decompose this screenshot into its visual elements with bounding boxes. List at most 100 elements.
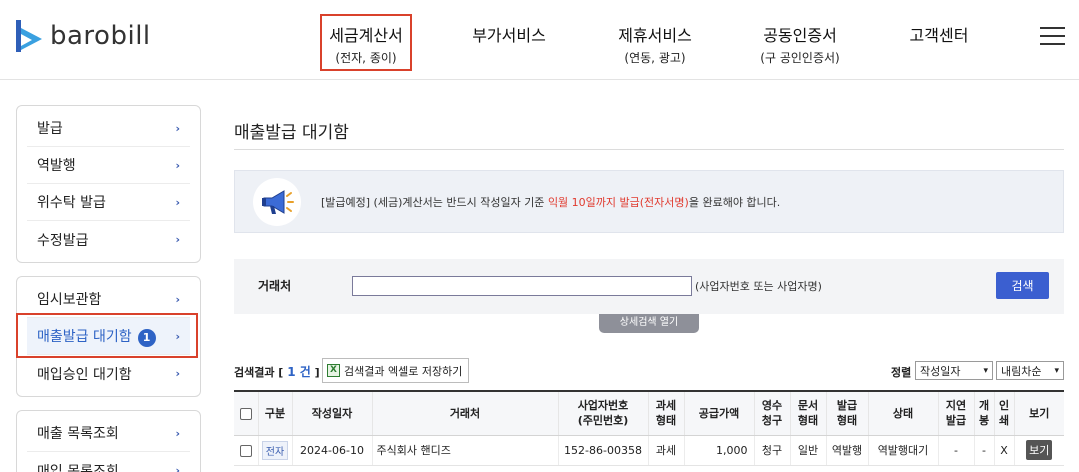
notice-text: [발급예정] (세금)계산서는 반드시 작성일자 기준 익월 10일까지 발급(… [321, 194, 780, 210]
chevron-right-icon: › [175, 292, 180, 306]
sidebar-item-purchase-list[interactable]: 매입 목록조회 › [27, 452, 190, 472]
chevron-right-icon: › [175, 367, 180, 380]
search-label: 거래처 [258, 279, 292, 293]
cell-partner: 주식회사 핸디즈 [372, 435, 559, 466]
nav-partner-services-sub: (연동, 광고) [624, 51, 686, 65]
nav-certificate-sub: (구 공인인증서) [760, 51, 840, 65]
cell-print: X [994, 435, 1015, 466]
search-panel: 거래처 (사업자번호 또는 사업자명) 검색 [234, 259, 1064, 314]
chevron-down-icon: ▾ [1054, 365, 1059, 376]
header-amount: 공급가액 [684, 392, 755, 436]
search-button[interactable]: 검색 [996, 272, 1049, 299]
nav-partner-services[interactable]: 제휴서비스 (연동, 광고) [612, 22, 698, 66]
sidebar-item-issue[interactable]: 발급 › [27, 110, 190, 147]
notice-text-after: 을 완료해야 합니다. [688, 196, 781, 209]
sort-field-select[interactable]: 작성일자 ▾ [915, 361, 993, 380]
cell-receipt: 청구 [754, 435, 791, 466]
header-view: 보기 [1014, 392, 1064, 436]
sidebar-item-consignment-issue[interactable]: 위수탁 발급 › [27, 184, 190, 221]
sidebar-item-label: 매입승인 대기함 [37, 366, 132, 383]
chevron-right-icon: › [175, 233, 180, 246]
chevron-right-icon: › [175, 195, 180, 209]
header-issue: 발급 형태 [826, 392, 869, 436]
results-count: 검색결과 [ 1 건 ] [234, 363, 320, 380]
sidebar-item-label: 발급 [37, 121, 63, 137]
results-toolbar: 검색결과 [ 1 건 ] X 검색결과 엑셀로 저장하기 정렬 작성일자 ▾ 내림… [234, 358, 1064, 384]
cell-type: 전자 [258, 435, 293, 466]
menu-icon[interactable] [1040, 27, 1065, 45]
header-status: 상태 [868, 392, 939, 436]
barobill-logo[interactable]: barobill [16, 20, 151, 52]
nav-highlight-box [320, 14, 412, 71]
row-checkbox[interactable] [239, 444, 252, 457]
header-open: 개 봉 [974, 392, 995, 436]
excel-export-label: 검색결과 엑셀로 저장하기 [344, 364, 463, 378]
row-checkbox-cell[interactable] [234, 435, 259, 466]
page-title: 매출발급 대기함 [234, 123, 349, 143]
sidebar-highlight-box [16, 313, 198, 358]
top-header: barobill 세금계산서 (전자, 종이) 부가서비스 제휴서비스 (연동,… [0, 0, 1079, 80]
notice-text-before: [발급예정] (세금)계산서는 반드시 작성일자 기준 [321, 196, 548, 209]
header-partner: 거래처 [372, 392, 559, 436]
chevron-right-icon: › [175, 158, 180, 172]
notice-text-highlight: 익월 10일까지 발급(전자서명) [547, 196, 689, 209]
megaphone-icon [253, 178, 301, 226]
sidebar-item-sales-list[interactable]: 매출 목록조회 › [27, 415, 190, 452]
select-all-checkbox[interactable] [239, 407, 252, 420]
chevron-right-icon: › [175, 121, 180, 135]
sidebar-item-label: 임시보관함 [37, 292, 102, 308]
type-tag: 전자 [261, 440, 289, 460]
sort-label: 정렬 [891, 366, 912, 379]
cell-view: 보기 [1014, 435, 1064, 466]
header-date: 작성일자 [292, 392, 373, 436]
cell-date: 2024-06-10 [292, 435, 373, 466]
nav-additional-services-label: 부가서비스 [472, 26, 546, 45]
results-count-value: 1 건 [287, 365, 311, 379]
nav-partner-services-label: 제휴서비스 [618, 26, 692, 45]
header-tax: 과세 형태 [648, 392, 685, 436]
nav-certificate[interactable]: 공동인증서 (구 공인인증서) [752, 22, 848, 66]
notice-box: [발급예정] (세금)계산서는 반드시 작성일자 기준 익월 10일까지 발급(… [234, 170, 1064, 233]
chevron-down-icon: ▾ [983, 365, 988, 376]
sort-order-value: 내림차순 [1001, 364, 1042, 378]
cell-delay: - [938, 435, 975, 466]
nav-customer-center-label: 고객센터 [909, 26, 969, 45]
title-divider [234, 149, 1064, 150]
header-type: 구분 [258, 392, 293, 436]
brand-name: barobill [50, 21, 151, 51]
search-hint: (사업자번호 또는 사업자명) [695, 280, 822, 293]
excel-export-button[interactable]: X 검색결과 엑셀로 저장하기 [322, 358, 470, 383]
select-all-header[interactable] [234, 392, 259, 436]
nav-additional-services[interactable]: 부가서비스 [466, 22, 552, 46]
cell-open: - [974, 435, 995, 466]
results-prefix: 검색결과 [ [234, 366, 284, 379]
header-doc: 문서 형태 [790, 392, 827, 436]
cell-status: 역발행대기 [868, 435, 939, 466]
barobill-logo-icon [16, 20, 42, 52]
cell-issue: 역발행 [826, 435, 869, 466]
cell-doc: 일반 [790, 435, 827, 466]
sidebar-item-label: 위수탁 발급 [37, 195, 106, 211]
nav-customer-center[interactable]: 고객센터 [900, 22, 978, 46]
sidebar-group-issue: 발급 › 역발행 › 위수탁 발급 › 수정발급 › [16, 105, 201, 263]
sort-order-select[interactable]: 내림차순 ▾ [996, 361, 1064, 380]
sidebar-group-lists: 매출 목록조회 › 매입 목록조회 › [16, 410, 201, 472]
sort-field-value: 작성일자 [920, 364, 961, 378]
results-table: 구분 작성일자 거래처 사업자번호 (주민번호) 과세 형태 공급가액 영수 청… [234, 390, 1064, 466]
sidebar-item-reverse-issue[interactable]: 역발행 › [27, 147, 190, 184]
partner-search-input[interactable] [352, 276, 692, 296]
table-row[interactable]: 전자 2024-06-10 주식회사 핸디즈 152-86-00358 과세 1… [234, 435, 1064, 466]
header-delay: 지연 발급 [938, 392, 975, 436]
sidebar-item-label: 매입 목록조회 [37, 463, 119, 472]
cell-bizno: 152-86-00358 [558, 435, 649, 466]
results-suffix: ] [314, 366, 320, 379]
sidebar-item-amend-issue[interactable]: 수정발급 › [27, 221, 190, 258]
sidebar-item-label: 수정발급 [37, 232, 89, 249]
header-receipt: 영수 청구 [754, 392, 791, 436]
nav-certificate-label: 공동인증서 [763, 26, 837, 45]
cell-amount: 1,000 [684, 435, 755, 466]
view-button[interactable]: 보기 [1026, 440, 1053, 460]
detail-search-toggle[interactable]: 상세검색 열기 [599, 314, 699, 333]
chevron-right-icon: › [175, 464, 180, 472]
sidebar-item-purchase-pending[interactable]: 매입승인 대기함 › [27, 355, 190, 392]
